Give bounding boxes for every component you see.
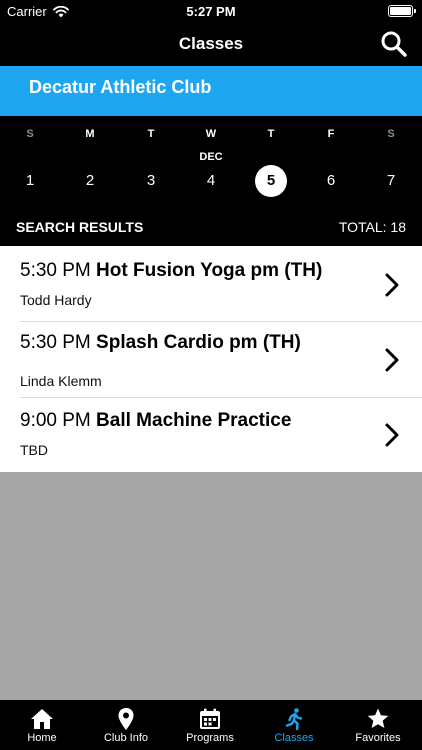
calendar-day-1[interactable]: 1 [14,165,46,197]
weekday-saturday: S [387,128,395,140]
class-time: 9:00 PM [20,410,91,431]
weekday-thursday: T [267,128,275,140]
calendar-month: DEC [199,151,223,163]
chevron-right-icon [385,423,399,447]
club-name: Decatur Athletic Club [29,77,212,97]
calendar-day-6[interactable]: 6 [315,165,347,197]
class-name: Hot Fusion Yoga pm (TH) [96,260,323,281]
tab-programs[interactable]: Programs [168,700,252,750]
class-time: 5:30 PM [20,260,91,281]
search-button[interactable] [378,28,410,60]
weekday-tuesday: T [147,128,155,140]
calendar-day-5-selected[interactable]: 5 [255,165,287,197]
class-instructor: TBD [20,442,48,458]
tab-label: Favorites [355,732,401,744]
calendar-icon [200,708,220,729]
search-icon [381,31,407,57]
class-instructor: Linda Klemm [20,373,102,389]
class-title: 9:00 PM Ball Machine Practice [20,410,291,432]
chevron-right-icon [385,348,399,372]
tab-favorites[interactable]: Favorites [336,700,422,750]
navigation-bar: Classes [0,22,422,66]
weekday-friday: F [327,128,335,140]
search-results-label: SEARCH RESULTS [16,219,144,235]
class-list: 5:30 PM Hot Fusion Yoga pm (TH) Todd Har… [0,246,422,472]
runner-icon [285,708,303,731]
page-title: Classes [178,34,244,53]
class-name: Ball Machine Practice [96,410,292,431]
class-instructor: Todd Hardy [20,292,92,308]
tab-label: Classes [274,732,314,744]
tab-bar: Home Club Info Programs Classes Favorite… [0,700,422,750]
tab-label: Programs [186,732,234,744]
class-name: Splash Cardio pm (TH) [96,332,301,353]
class-time: 5:30 PM [20,332,91,353]
class-title: 5:30 PM Splash Cardio pm (TH) [20,332,301,354]
club-banner[interactable]: Decatur Athletic Club [0,66,422,116]
calendar-day-2[interactable]: 2 [74,165,106,197]
tab-club-info[interactable]: Club Info [84,700,168,750]
class-row[interactable]: 9:00 PM Ball Machine Practice TBD [0,398,422,472]
results-header: SEARCH RESULTS TOTAL: 18 [0,208,422,246]
tab-label: Home [27,732,57,744]
results-total: TOTAL: 18 [338,219,406,235]
weekday-sunday: S [26,128,34,140]
class-row[interactable]: 5:30 PM Hot Fusion Yoga pm (TH) Todd Har… [0,246,422,322]
tab-label: Club Info [103,732,149,744]
tab-home[interactable]: Home [0,700,84,750]
class-row[interactable]: 5:30 PM Splash Cardio pm (TH) Linda Klem… [0,322,422,398]
class-title: 5:30 PM Hot Fusion Yoga pm (TH) [20,260,322,282]
calendar-day-7[interactable]: 7 [375,165,407,197]
calendar-day-4[interactable]: 4 [195,165,227,197]
battery-icon [388,5,416,17]
calendar-day-3[interactable]: 3 [135,165,167,197]
status-time: 5:27 PM [186,4,236,19]
location-pin-icon [118,708,134,730]
weekday-wednesday: W [205,128,217,140]
star-icon [367,708,389,728]
week-calendar: S M T W T F S DEC 1 2 3 4 5 6 7 [0,116,422,208]
home-icon [31,709,53,729]
weekday-monday: M [85,128,95,140]
empty-list-area [0,472,422,700]
tab-classes[interactable]: Classes [252,700,336,750]
status-bar: Carrier 5:27 PM [0,0,422,22]
chevron-right-icon [385,273,399,297]
